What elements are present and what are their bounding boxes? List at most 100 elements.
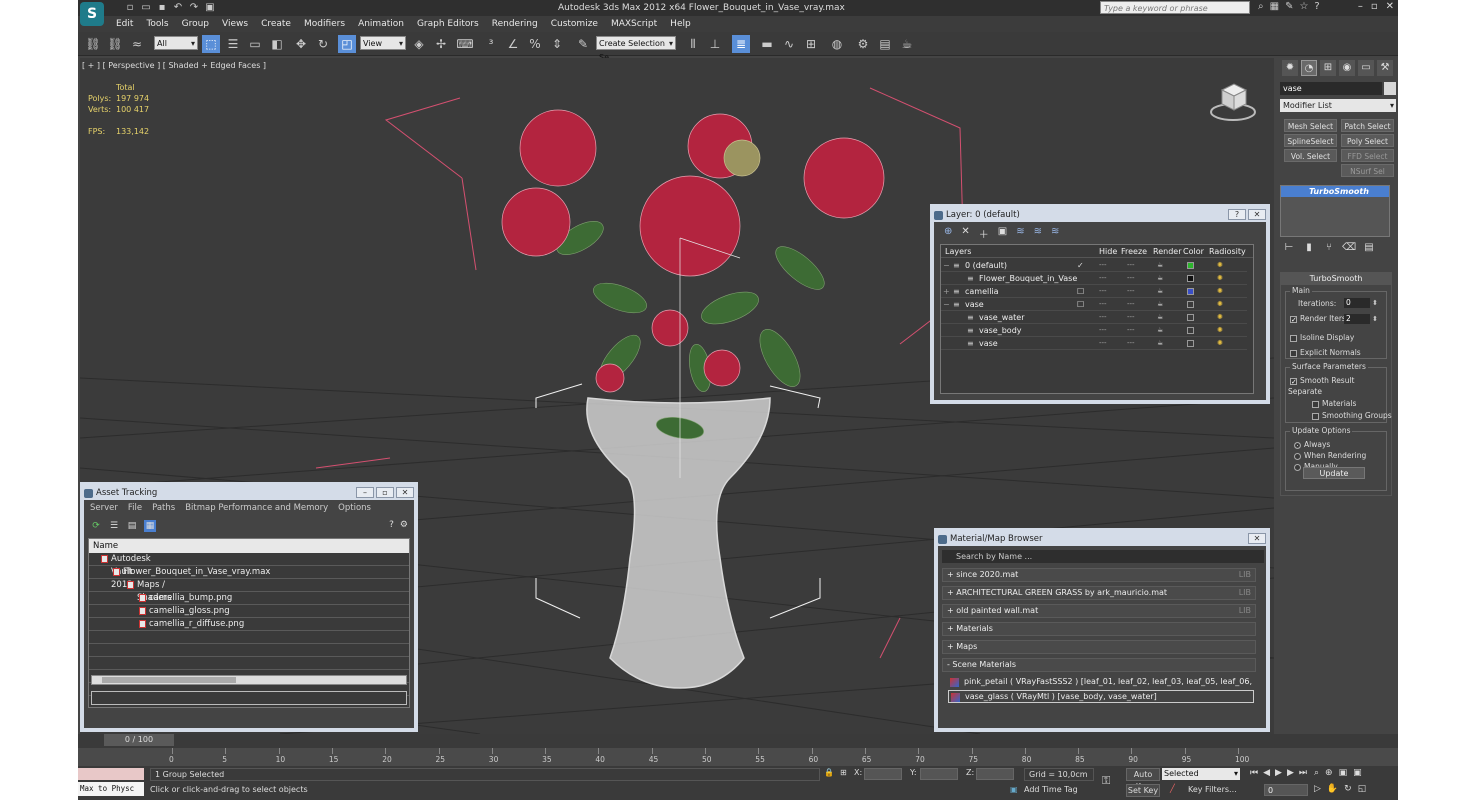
render-teapot-icon[interactable]: ☕ [1157, 326, 1163, 334]
col-color[interactable]: Color [1183, 247, 1204, 256]
freeze-toggle-icon[interactable]: --- [1127, 274, 1135, 282]
layer-color-swatch[interactable] [1187, 288, 1194, 295]
iterations-spinner[interactable]: 0 [1344, 298, 1378, 308]
freeze-toggle-icon[interactable]: --- [1127, 339, 1135, 347]
hide-toggle-icon[interactable]: --- [1099, 274, 1107, 282]
layer-name[interactable]: vase_water [979, 313, 1025, 322]
render-iters-row[interactable]: ✓ Render Iters: [1290, 314, 1348, 323]
layer-close-button[interactable]: ✕ [1248, 209, 1266, 220]
window-crossing-icon[interactable]: ◧ [268, 35, 286, 53]
zoom-icon[interactable]: ⌕ [1314, 768, 1319, 778]
layer-current-mark[interactable]: ✓ [1077, 261, 1084, 270]
render-teapot-icon[interactable]: ☕ [1157, 313, 1163, 321]
help-search-input[interactable]: Type a keyword or phrase [1100, 1, 1250, 14]
render-icon[interactable]: ☕ [898, 35, 916, 53]
favorites-icon[interactable]: ☆ [1299, 1, 1308, 12]
pin-stack-icon[interactable]: ⊢ [1282, 242, 1296, 254]
radiosity-icon[interactable]: ✺ [1217, 313, 1223, 321]
mat-group-row[interactable]: + Materials [942, 622, 1256, 636]
track-bar[interactable]: 0 5 10 15 20 25 30 35 40 45 50 55 60 65 70 75 80 85 90 95 10… [78, 748, 1398, 766]
goto-start-icon[interactable]: ⏮ [1250, 768, 1258, 778]
scale-icon[interactable]: ◰ [338, 35, 356, 53]
render-iters-checkbox[interactable]: ✓ [1290, 315, 1297, 323]
select-object-icon[interactable]: ⬚ [202, 35, 220, 53]
mat-search-input[interactable]: Search by Name ... [942, 550, 1264, 563]
materials-checkbox[interactable] [1312, 400, 1319, 408]
z-coord-input[interactable] [976, 768, 1014, 780]
layer-row[interactable]: ≡ vase_water --- --- ☕ ✺ [941, 311, 1247, 324]
hide-toggle-icon[interactable]: --- [1099, 339, 1107, 347]
link-icon[interactable]: ⛓ [84, 35, 102, 53]
layer-expand-icon[interactable]: − [943, 300, 950, 309]
fov-icon[interactable]: ▷ [1314, 784, 1321, 794]
layer-color-swatch[interactable] [1187, 262, 1194, 269]
edit-named-sel-icon[interactable]: ✎ [574, 35, 592, 53]
subscription-icon[interactable]: ▦ [1270, 1, 1279, 12]
layer-color-swatch[interactable] [1187, 314, 1194, 321]
configure-sets-icon[interactable]: ▤ [1362, 242, 1376, 254]
menu-edit[interactable]: Edit [112, 16, 142, 32]
isoline-row[interactable]: Isoline Display [1290, 333, 1354, 342]
make-unique-icon[interactable]: ⑂ [1322, 242, 1336, 254]
mat-group-row[interactable]: + old painted wall.mat LIB [942, 604, 1256, 618]
viewport-label[interactable]: [ + ] [ Perspective ] [ Shaded + Edged F… [82, 61, 266, 70]
vol-select-button[interactable]: Vol. Select [1284, 149, 1337, 162]
viewcube-icon[interactable] [1208, 76, 1258, 124]
layer-name[interactable]: vase_body [979, 326, 1022, 335]
asset-maximize-button[interactable]: ▫ [376, 487, 394, 498]
freeze-toggle-icon[interactable]: --- [1127, 313, 1135, 321]
asset-dialog-titlebar[interactable]: Asset Tracking – ▫ ✕ [84, 486, 414, 500]
poly-select-button[interactable]: Poly Select [1341, 134, 1394, 147]
key-selection-dropdown[interactable]: Selected [1162, 768, 1240, 780]
save-icon[interactable]: ▪ [156, 2, 168, 13]
percent-snap-icon[interactable]: % [526, 35, 544, 53]
named-selection-dropdown[interactable]: Create Selection Se [596, 36, 676, 62]
rollout-title[interactable]: TurboSmooth [1281, 273, 1391, 285]
layer-color-swatch[interactable] [1187, 301, 1194, 308]
mat-dialog-titlebar[interactable]: Material/Map Browser ✕ [938, 532, 1266, 546]
render-iters-spinner[interactable]: 2 [1344, 314, 1378, 324]
asset-settings-icon[interactable]: ⚙ [400, 520, 408, 530]
utilities-tab-icon[interactable]: ⚒ [1377, 60, 1393, 76]
layer-name[interactable]: 0 (default) [965, 261, 1007, 270]
smooth-result-checkbox[interactable]: ✓ [1290, 377, 1297, 385]
always-radio[interactable] [1294, 441, 1301, 449]
modify-tab-icon[interactable]: ◔ [1301, 60, 1317, 76]
nsurf-sel-button[interactable]: NSurf Sel [1341, 164, 1394, 177]
select-by-name-icon[interactable]: ☰ [224, 35, 242, 53]
render-teapot-icon[interactable]: ☕ [1157, 261, 1163, 269]
menu-animation[interactable]: Animation [354, 16, 413, 32]
asset-menu-paths[interactable]: Paths [152, 503, 175, 513]
rendered-frame-icon[interactable]: ▤ [876, 35, 894, 53]
asset-row[interactable]: Flower_Bouquet_in_Vase_vray.max [89, 566, 409, 579]
remove-modifier-icon[interactable]: ⌫ [1342, 242, 1356, 254]
rect-selection-icon[interactable]: ▭ [246, 35, 264, 53]
layer-row[interactable]: − ≡ vase ☐ --- --- ☕ ✺ [941, 298, 1247, 311]
unlink-icon[interactable]: ⛓ [106, 35, 124, 53]
update-button[interactable]: Update [1303, 467, 1365, 479]
asset-row[interactable]: Autodesk Vault 2012 [89, 553, 409, 590]
schematic-view-icon[interactable]: ⊞ [802, 35, 820, 53]
layer-color-swatch[interactable] [1187, 340, 1194, 347]
x-coord-input[interactable] [864, 768, 902, 780]
lock-icon[interactable]: 🔒 [824, 768, 834, 777]
new-icon[interactable]: ▫ [124, 2, 136, 13]
asset-row[interactable]: camellia_r_diffuse.png [89, 618, 409, 631]
spinner-snap-icon[interactable]: ⇕ [548, 35, 566, 53]
smoothing-groups-checkbox[interactable] [1312, 412, 1319, 420]
layer-row[interactable]: + ≡ camellia ☐ --- --- ☕ ✺ [941, 285, 1247, 298]
stack-item-turbosmooth[interactable]: TurboSmooth [1281, 186, 1389, 197]
manually-radio[interactable] [1294, 463, 1301, 471]
next-frame-icon[interactable]: ▶ [1287, 768, 1294, 778]
refresh-icon[interactable]: ⟳ [90, 520, 102, 532]
y-coord-input[interactable] [920, 768, 958, 780]
asset-minimize-button[interactable]: – [356, 487, 374, 498]
col-radiosity[interactable]: Radiosity [1209, 247, 1246, 256]
layer-manager-icon[interactable]: ≣ [732, 35, 750, 53]
maxscript-mini-input[interactable]: Max to Physc [78, 782, 144, 796]
object-name-input[interactable]: vase [1280, 82, 1382, 95]
orbit-icon[interactable]: ↻ [1344, 784, 1352, 794]
mat-close-button[interactable]: ✕ [1248, 533, 1266, 544]
layer-dialog-titlebar[interactable]: Layer: 0 (default) ? ✕ [934, 208, 1266, 222]
layer-name[interactable]: vase [965, 300, 984, 309]
